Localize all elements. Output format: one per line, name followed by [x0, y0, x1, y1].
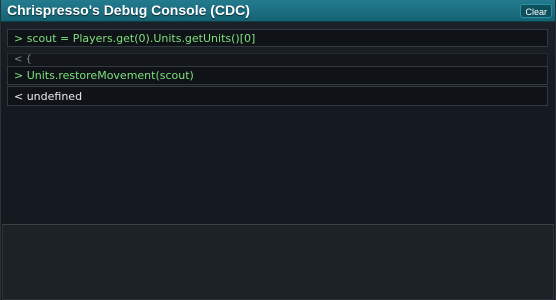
console-log[interactable]: > scout = Players.get(0).Units.getUnits(…: [2, 22, 554, 222]
command-area: [2, 224, 554, 300]
log-entry-text: > Units.restoreMovement(scout): [14, 69, 194, 82]
log-entry-output: < undefined: [7, 86, 548, 106]
log-entry-input: > Units.restoreMovement(scout): [7, 66, 548, 85]
command-input[interactable]: [3, 225, 553, 299]
log-entry-object[interactable]: < {: [7, 53, 548, 67]
title-bar: Chrispresso's Debug Console (CDC) Clear: [1, 0, 555, 22]
log-entry-text: < undefined: [14, 90, 83, 103]
log-entry-text: > scout = Players.get(0).Units.getUnits(…: [14, 32, 256, 45]
clear-button[interactable]: Clear: [520, 4, 552, 18]
log-entry-text: < {: [14, 54, 32, 65]
console-title: Chrispresso's Debug Console (CDC): [7, 2, 250, 18]
debug-console-window: Chrispresso's Debug Console (CDC) Clear …: [0, 0, 556, 300]
log-entry-input: > scout = Players.get(0).Units.getUnits(…: [7, 29, 548, 47]
